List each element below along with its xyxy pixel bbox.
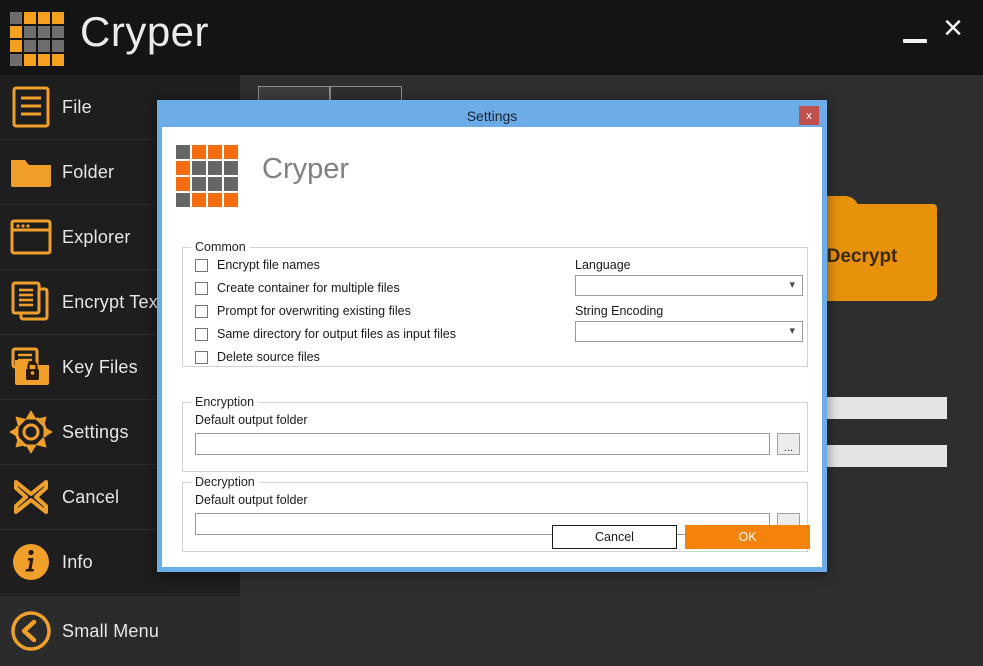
logo-cell-orange (38, 12, 50, 24)
logo-cell-gray (208, 177, 222, 191)
logo-cell-gray (24, 40, 36, 52)
logo-cell-orange (192, 193, 206, 207)
file-document-icon (0, 75, 62, 140)
info-circle-icon (0, 530, 62, 595)
logo-cell-orange (10, 26, 22, 38)
cross-icon (0, 465, 62, 530)
logo-cell-gray (38, 26, 50, 38)
decryption-output-label: Default output folder (195, 493, 308, 507)
encryption-output-label: Default output folder (195, 413, 308, 427)
logo-cell-gray (52, 40, 64, 52)
logo-cell-orange (38, 54, 50, 66)
logo-cell-gray (10, 12, 22, 24)
checkbox-label: Delete source files (217, 350, 320, 364)
small-menu-label: Small Menu (62, 620, 160, 641)
sidebar-item-label: File (62, 96, 92, 117)
language-label: Language (575, 258, 631, 272)
checkbox-label: Prompt for overwriting existing files (217, 304, 411, 318)
checkbox-label: Same directory for output files as input… (217, 327, 457, 341)
dialog-close-button[interactable]: x (799, 106, 819, 125)
dialog-body: Cryper Common Encrypt file names Create … (162, 127, 822, 567)
checkbox-box[interactable] (195, 327, 208, 341)
minimize-icon (903, 39, 927, 43)
encryption-legend: Encryption (191, 395, 259, 409)
sidebar-item-label: Encrypt Text (62, 291, 164, 312)
small-menu-toggle[interactable]: Small Menu (0, 596, 240, 666)
common-groupbox: Common Encrypt file names Create contain… (182, 240, 808, 367)
folder-icon (0, 140, 62, 205)
common-legend: Common (191, 240, 250, 254)
application-window: Cryper × File Folder Explorer Encrypt Te… (0, 0, 983, 666)
checkbox-encrypt-file-names[interactable]: Encrypt file names (195, 258, 320, 272)
settings-dialog: Settings x Cryper Common Encrypt file na… (157, 100, 827, 572)
decryption-legend: Decryption (191, 475, 259, 489)
dialog-logo-icon (176, 145, 238, 207)
logo-cell-orange (208, 193, 222, 207)
cancel-button[interactable]: Cancel (552, 525, 677, 549)
logo-cell-gray (52, 26, 64, 38)
logo-cell-orange (52, 12, 64, 24)
decrypt-label: Decrypt (826, 245, 898, 267)
sidebar-item-label: Settings (62, 421, 129, 442)
sidebar-item-label: Folder (62, 161, 115, 182)
sidebar-item-label: Info (62, 551, 93, 572)
logo-cell-gray (224, 161, 238, 175)
logo-cell-gray (10, 54, 22, 66)
language-select[interactable]: ▾ (575, 275, 803, 296)
checkbox-label: Encrypt file names (217, 258, 320, 272)
logo-cell-orange (192, 145, 206, 159)
chevron-down-icon: ▾ (789, 325, 795, 337)
logo-cell-orange (176, 161, 190, 175)
logo-cell-gray (192, 177, 206, 191)
app-title: Cryper (80, 8, 210, 55)
logo-cell-orange (224, 145, 238, 159)
minimize-button[interactable] (899, 18, 931, 50)
checkbox-box[interactable] (195, 304, 208, 318)
close-button[interactable]: × (935, 9, 971, 47)
sidebar-item-label: Cancel (62, 486, 120, 507)
logo-cell-gray (208, 161, 222, 175)
logo-cell-orange (208, 145, 222, 159)
checkbox-box[interactable] (195, 281, 208, 295)
checkbox-box[interactable] (195, 350, 208, 364)
ok-button[interactable]: OK (685, 525, 810, 549)
app-logo-icon (10, 12, 64, 66)
encryption-output-input[interactable] (195, 433, 770, 455)
encryption-groupbox: Encryption Default output folder ... (182, 395, 808, 472)
encryption-browse-button[interactable]: ... (777, 433, 800, 455)
chevron-down-icon: ▾ (789, 279, 795, 291)
explorer-window-icon (0, 205, 62, 270)
gear-icon (0, 400, 62, 465)
checkbox-delete-source[interactable]: Delete source files (195, 350, 320, 364)
logo-cell-orange (24, 54, 36, 66)
sidebar-item-label: Explorer (62, 226, 131, 247)
logo-cell-orange (24, 12, 36, 24)
logo-cell-gray (176, 193, 190, 207)
sidebar-item-label: Key Files (62, 356, 138, 377)
checkbox-box[interactable] (195, 258, 208, 272)
checkbox-label: Create container for multiple files (217, 281, 400, 295)
documents-stack-icon (0, 270, 62, 335)
dialog-titlebar: Settings x (162, 105, 822, 127)
logo-cell-gray (224, 177, 238, 191)
logo-cell-gray (176, 145, 190, 159)
string-encoding-select[interactable]: ▾ (575, 321, 803, 342)
logo-cell-orange (52, 54, 64, 66)
logo-cell-gray (24, 26, 36, 38)
dialog-title: Settings (466, 108, 518, 124)
decryption-output-input[interactable] (195, 513, 770, 535)
checkbox-prompt-overwrite[interactable]: Prompt for overwriting existing files (195, 304, 411, 318)
dialog-brand: Cryper (262, 153, 350, 185)
chevron-left-circle-icon (0, 599, 62, 664)
logo-cell-orange (176, 177, 190, 191)
checkbox-same-directory[interactable]: Same directory for output files as input… (195, 327, 456, 341)
key-files-lock-icon (0, 335, 62, 400)
app-titlebar: Cryper × (0, 0, 983, 75)
logo-cell-orange (224, 193, 238, 207)
logo-cell-gray (38, 40, 50, 52)
checkbox-create-container[interactable]: Create container for multiple files (195, 281, 400, 295)
string-encoding-label: String Encoding (575, 304, 664, 318)
logo-cell-gray (192, 161, 206, 175)
logo-cell-orange (10, 40, 22, 52)
